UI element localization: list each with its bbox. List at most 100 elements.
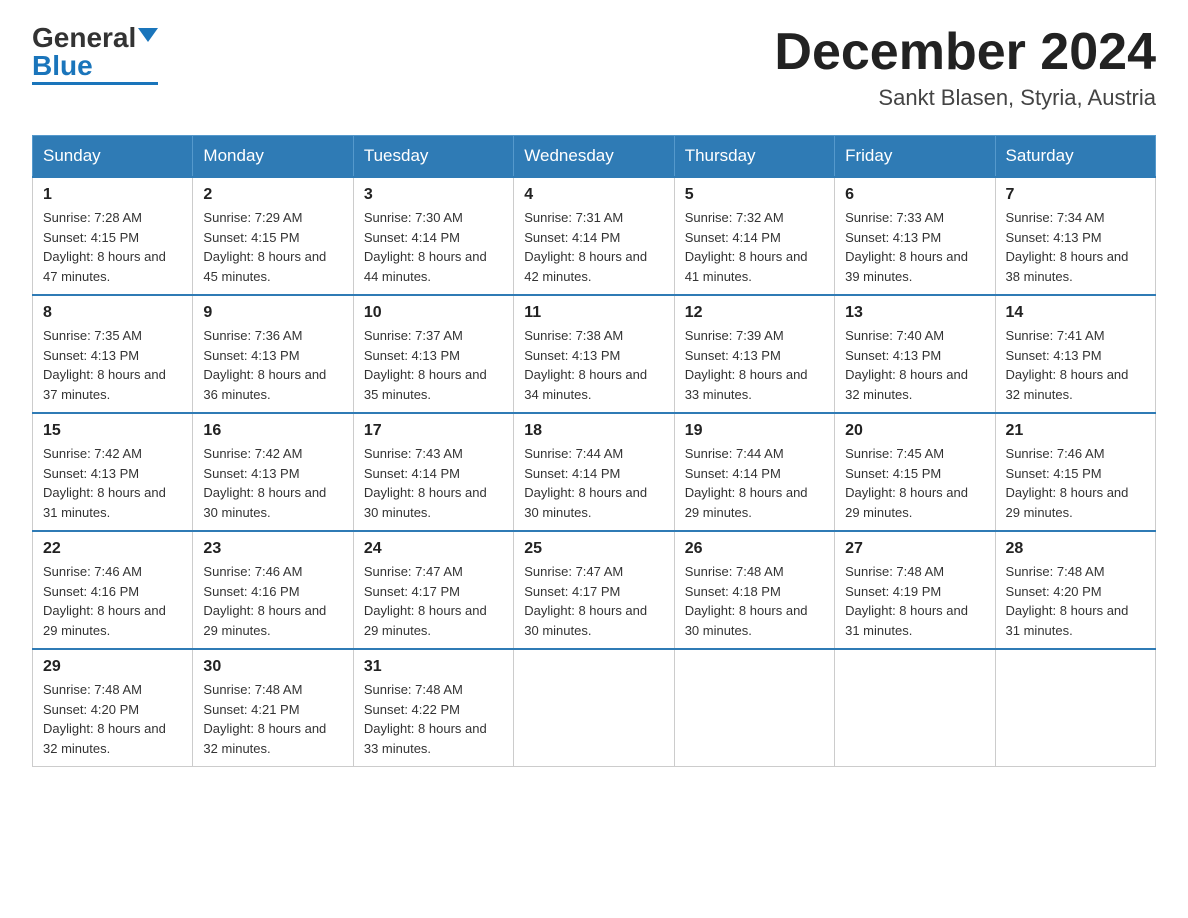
- col-saturday: Saturday: [995, 136, 1155, 178]
- title-area: December 2024 Sankt Blasen, Styria, Aust…: [774, 24, 1156, 111]
- day-number: 10: [364, 304, 503, 322]
- day-number: 23: [203, 540, 342, 558]
- day-number: 1: [43, 186, 182, 204]
- day-info: Sunrise: 7:34 AM Sunset: 4:13 PM Dayligh…: [1006, 208, 1145, 286]
- day-info: Sunrise: 7:48 AM Sunset: 4:19 PM Dayligh…: [845, 562, 984, 640]
- week-row-2: 8 Sunrise: 7:35 AM Sunset: 4:13 PM Dayli…: [33, 295, 1156, 413]
- calendar-table: Sunday Monday Tuesday Wednesday Thursday…: [32, 135, 1156, 767]
- day-info: Sunrise: 7:48 AM Sunset: 4:20 PM Dayligh…: [43, 680, 182, 758]
- day-info: Sunrise: 7:32 AM Sunset: 4:14 PM Dayligh…: [685, 208, 824, 286]
- calendar-cell: [995, 649, 1155, 767]
- col-friday: Friday: [835, 136, 995, 178]
- calendar-cell: 9 Sunrise: 7:36 AM Sunset: 4:13 PM Dayli…: [193, 295, 353, 413]
- month-title: December 2024: [774, 24, 1156, 81]
- calendar-cell: 31 Sunrise: 7:48 AM Sunset: 4:22 PM Dayl…: [353, 649, 513, 767]
- day-number: 29: [43, 658, 182, 676]
- location-title: Sankt Blasen, Styria, Austria: [774, 85, 1156, 111]
- header: General Blue December 2024 Sankt Blasen,…: [32, 24, 1156, 111]
- calendar-cell: 19 Sunrise: 7:44 AM Sunset: 4:14 PM Dayl…: [674, 413, 834, 531]
- calendar-cell: 11 Sunrise: 7:38 AM Sunset: 4:13 PM Dayl…: [514, 295, 674, 413]
- calendar-cell: 25 Sunrise: 7:47 AM Sunset: 4:17 PM Dayl…: [514, 531, 674, 649]
- day-number: 6: [845, 186, 984, 204]
- day-info: Sunrise: 7:48 AM Sunset: 4:20 PM Dayligh…: [1006, 562, 1145, 640]
- calendar-cell: 23 Sunrise: 7:46 AM Sunset: 4:16 PM Dayl…: [193, 531, 353, 649]
- day-info: Sunrise: 7:46 AM Sunset: 4:15 PM Dayligh…: [1006, 444, 1145, 522]
- week-row-3: 15 Sunrise: 7:42 AM Sunset: 4:13 PM Dayl…: [33, 413, 1156, 531]
- calendar-cell: 14 Sunrise: 7:41 AM Sunset: 4:13 PM Dayl…: [995, 295, 1155, 413]
- calendar-cell: 6 Sunrise: 7:33 AM Sunset: 4:13 PM Dayli…: [835, 177, 995, 295]
- day-info: Sunrise: 7:38 AM Sunset: 4:13 PM Dayligh…: [524, 326, 663, 404]
- day-number: 14: [1006, 304, 1145, 322]
- day-number: 3: [364, 186, 503, 204]
- calendar-cell: 13 Sunrise: 7:40 AM Sunset: 4:13 PM Dayl…: [835, 295, 995, 413]
- day-info: Sunrise: 7:46 AM Sunset: 4:16 PM Dayligh…: [203, 562, 342, 640]
- day-info: Sunrise: 7:47 AM Sunset: 4:17 PM Dayligh…: [364, 562, 503, 640]
- day-number: 25: [524, 540, 663, 558]
- day-info: Sunrise: 7:44 AM Sunset: 4:14 PM Dayligh…: [524, 444, 663, 522]
- calendar-cell: 24 Sunrise: 7:47 AM Sunset: 4:17 PM Dayl…: [353, 531, 513, 649]
- day-number: 31: [364, 658, 503, 676]
- day-number: 19: [685, 422, 824, 440]
- week-row-5: 29 Sunrise: 7:48 AM Sunset: 4:20 PM Dayl…: [33, 649, 1156, 767]
- week-row-1: 1 Sunrise: 7:28 AM Sunset: 4:15 PM Dayli…: [33, 177, 1156, 295]
- day-number: 12: [685, 304, 824, 322]
- col-sunday: Sunday: [33, 136, 193, 178]
- day-number: 5: [685, 186, 824, 204]
- day-info: Sunrise: 7:29 AM Sunset: 4:15 PM Dayligh…: [203, 208, 342, 286]
- day-info: Sunrise: 7:43 AM Sunset: 4:14 PM Dayligh…: [364, 444, 503, 522]
- logo-blue-text: Blue: [32, 52, 93, 80]
- col-thursday: Thursday: [674, 136, 834, 178]
- calendar-cell: 4 Sunrise: 7:31 AM Sunset: 4:14 PM Dayli…: [514, 177, 674, 295]
- day-info: Sunrise: 7:42 AM Sunset: 4:13 PM Dayligh…: [203, 444, 342, 522]
- day-number: 22: [43, 540, 182, 558]
- day-info: Sunrise: 7:40 AM Sunset: 4:13 PM Dayligh…: [845, 326, 984, 404]
- day-info: Sunrise: 7:33 AM Sunset: 4:13 PM Dayligh…: [845, 208, 984, 286]
- day-info: Sunrise: 7:31 AM Sunset: 4:14 PM Dayligh…: [524, 208, 663, 286]
- day-number: 8: [43, 304, 182, 322]
- week-row-4: 22 Sunrise: 7:46 AM Sunset: 4:16 PM Dayl…: [33, 531, 1156, 649]
- calendar-cell: 16 Sunrise: 7:42 AM Sunset: 4:13 PM Dayl…: [193, 413, 353, 531]
- calendar-cell: 29 Sunrise: 7:48 AM Sunset: 4:20 PM Dayl…: [33, 649, 193, 767]
- day-info: Sunrise: 7:48 AM Sunset: 4:21 PM Dayligh…: [203, 680, 342, 758]
- day-number: 4: [524, 186, 663, 204]
- day-number: 16: [203, 422, 342, 440]
- day-info: Sunrise: 7:42 AM Sunset: 4:13 PM Dayligh…: [43, 444, 182, 522]
- day-info: Sunrise: 7:46 AM Sunset: 4:16 PM Dayligh…: [43, 562, 182, 640]
- col-wednesday: Wednesday: [514, 136, 674, 178]
- day-info: Sunrise: 7:47 AM Sunset: 4:17 PM Dayligh…: [524, 562, 663, 640]
- calendar-cell: [835, 649, 995, 767]
- calendar-cell: 2 Sunrise: 7:29 AM Sunset: 4:15 PM Dayli…: [193, 177, 353, 295]
- calendar-cell: 27 Sunrise: 7:48 AM Sunset: 4:19 PM Dayl…: [835, 531, 995, 649]
- day-info: Sunrise: 7:37 AM Sunset: 4:13 PM Dayligh…: [364, 326, 503, 404]
- day-number: 15: [43, 422, 182, 440]
- calendar-cell: 8 Sunrise: 7:35 AM Sunset: 4:13 PM Dayli…: [33, 295, 193, 413]
- day-info: Sunrise: 7:39 AM Sunset: 4:13 PM Dayligh…: [685, 326, 824, 404]
- calendar-cell: 22 Sunrise: 7:46 AM Sunset: 4:16 PM Dayl…: [33, 531, 193, 649]
- day-info: Sunrise: 7:45 AM Sunset: 4:15 PM Dayligh…: [845, 444, 984, 522]
- day-info: Sunrise: 7:28 AM Sunset: 4:15 PM Dayligh…: [43, 208, 182, 286]
- col-tuesday: Tuesday: [353, 136, 513, 178]
- day-number: 11: [524, 304, 663, 322]
- calendar-cell: 17 Sunrise: 7:43 AM Sunset: 4:14 PM Dayl…: [353, 413, 513, 531]
- day-number: 13: [845, 304, 984, 322]
- day-number: 21: [1006, 422, 1145, 440]
- calendar-cell: 30 Sunrise: 7:48 AM Sunset: 4:21 PM Dayl…: [193, 649, 353, 767]
- day-number: 7: [1006, 186, 1145, 204]
- calendar-cell: [514, 649, 674, 767]
- day-number: 28: [1006, 540, 1145, 558]
- day-info: Sunrise: 7:41 AM Sunset: 4:13 PM Dayligh…: [1006, 326, 1145, 404]
- calendar-cell: [674, 649, 834, 767]
- day-number: 18: [524, 422, 663, 440]
- day-number: 9: [203, 304, 342, 322]
- calendar-cell: 18 Sunrise: 7:44 AM Sunset: 4:14 PM Dayl…: [514, 413, 674, 531]
- day-number: 2: [203, 186, 342, 204]
- calendar-cell: 20 Sunrise: 7:45 AM Sunset: 4:15 PM Dayl…: [835, 413, 995, 531]
- day-info: Sunrise: 7:30 AM Sunset: 4:14 PM Dayligh…: [364, 208, 503, 286]
- calendar-cell: 26 Sunrise: 7:48 AM Sunset: 4:18 PM Dayl…: [674, 531, 834, 649]
- logo: General Blue: [32, 24, 158, 85]
- calendar-cell: 21 Sunrise: 7:46 AM Sunset: 4:15 PM Dayl…: [995, 413, 1155, 531]
- col-monday: Monday: [193, 136, 353, 178]
- day-info: Sunrise: 7:35 AM Sunset: 4:13 PM Dayligh…: [43, 326, 182, 404]
- calendar-cell: 15 Sunrise: 7:42 AM Sunset: 4:13 PM Dayl…: [33, 413, 193, 531]
- day-number: 24: [364, 540, 503, 558]
